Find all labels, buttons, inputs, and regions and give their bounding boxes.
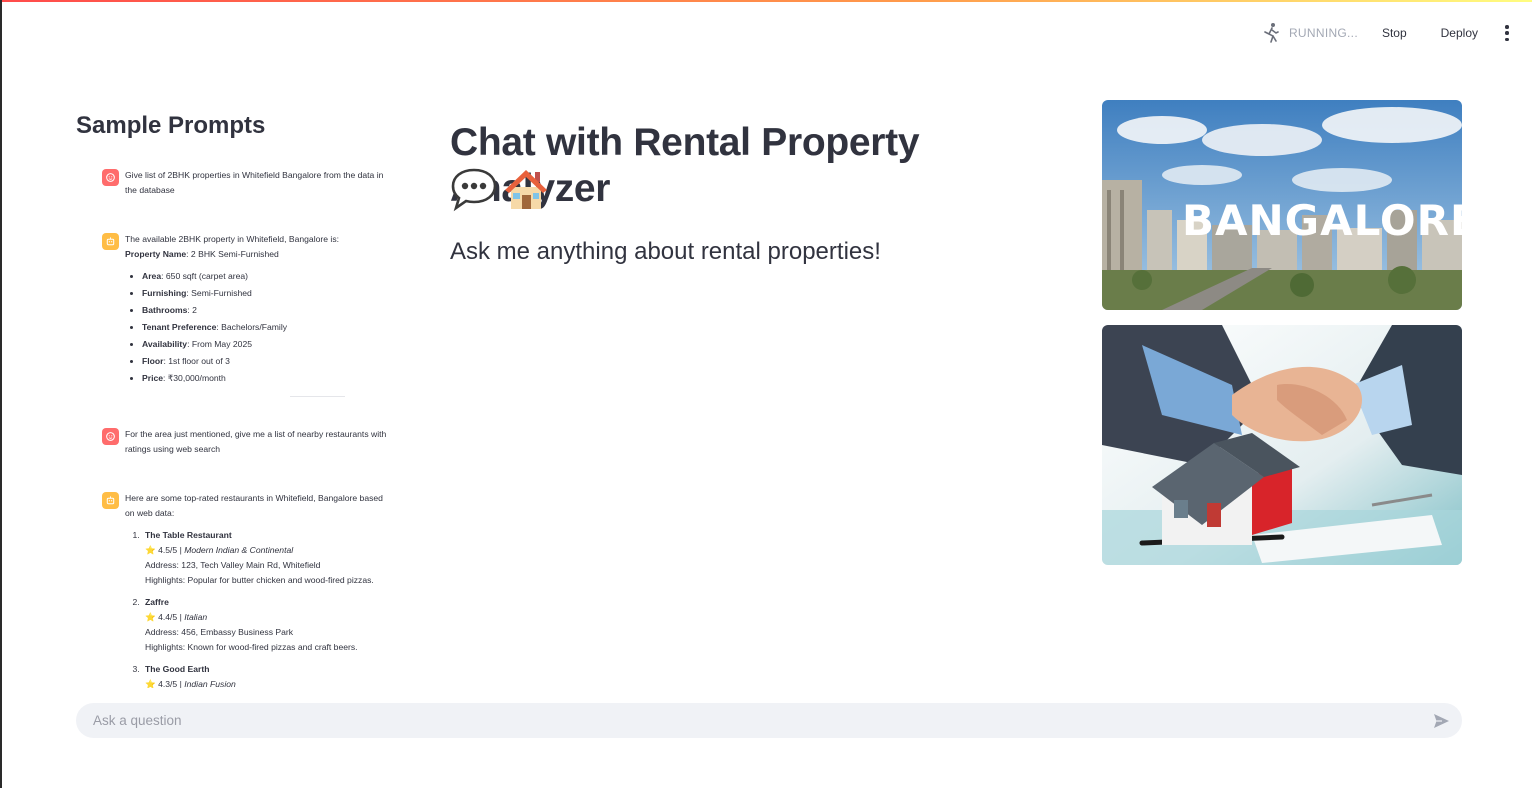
message-intro: Here are some top-rated restaurants in W… xyxy=(125,493,383,518)
list-item: Price: ₹30,000/month xyxy=(142,371,394,386)
property-name-line: Property Name: 2 BHK Semi-Furnished xyxy=(125,249,279,259)
chat-message-user: Give list of 2BHK properties in Whitefie… xyxy=(102,168,394,198)
list-item: Bathrooms: 2 xyxy=(142,303,394,318)
bangalore-skyline-image: BANGALORE xyxy=(1102,100,1462,310)
sample-chat-history[interactable]: Give list of 2BHK properties in Whitefie… xyxy=(102,168,394,688)
star-icon: ⭐ xyxy=(145,679,156,688)
message-text: Give list of 2BHK properties in Whitefie… xyxy=(125,170,384,195)
top-decoration-bar xyxy=(2,0,1532,2)
speech-balloon-icon xyxy=(451,168,497,212)
message-intro: The available 2BHK property in Whitefiel… xyxy=(125,234,340,244)
message-divider xyxy=(290,396,345,397)
running-status: RUNNING... xyxy=(1288,26,1358,40)
title-emojis xyxy=(450,166,550,212)
list-item: Tenant Preference: Bachelors/Family xyxy=(142,320,394,335)
assistant-avatar-icon xyxy=(102,492,119,509)
list-item: Floor: 1st floor out of 3 xyxy=(142,354,394,369)
list-item: The Table Restaurant ⭐ 4.5/5 | Modern In… xyxy=(142,528,394,588)
property-details-list: Area: 650 sqft (carpet area) Furnishing:… xyxy=(125,269,394,386)
restaurant-list: The Table Restaurant ⭐ 4.5/5 | Modern In… xyxy=(125,528,394,688)
list-item: Furnishing: Semi-Furnished xyxy=(142,286,394,301)
list-item: Zaffre ⭐ 4.4/5 | Italian Address: 456, E… xyxy=(142,595,394,655)
house-icon xyxy=(505,170,547,209)
chat-message-assistant: The available 2BHK property in Whitefiel… xyxy=(102,232,394,397)
assistant-avatar-icon xyxy=(102,233,119,250)
stop-button[interactable]: Stop xyxy=(1382,26,1407,40)
chat-input[interactable] xyxy=(91,712,1432,729)
running-person-icon xyxy=(1264,23,1279,43)
chat-message-assistant: Here are some top-rated restaurants in W… xyxy=(102,491,394,688)
handshake-house-image xyxy=(1102,325,1462,565)
user-avatar-icon xyxy=(102,169,119,186)
list-item: The Good Earth ⭐ 4.3/5 | Indian Fusion xyxy=(142,662,394,688)
list-item: Area: 650 sqft (carpet area) xyxy=(142,269,394,284)
page-subtitle: Ask me anything about rental properties! xyxy=(450,238,881,265)
bangalore-caption: BANGALORE xyxy=(1182,196,1462,245)
more-options-icon[interactable] xyxy=(1504,25,1510,41)
send-icon[interactable] xyxy=(1432,712,1450,730)
message-text: For the area just mentioned, give me a l… xyxy=(125,429,387,454)
app-toolbar: RUNNING... Stop Deploy xyxy=(1261,22,1510,44)
chat-message-user: For the area just mentioned, give me a l… xyxy=(102,427,394,457)
user-avatar-icon xyxy=(102,428,119,445)
star-icon: ⭐ xyxy=(145,612,156,622)
star-icon: ⭐ xyxy=(145,545,156,555)
chat-input-bar xyxy=(76,703,1462,738)
deploy-button[interactable]: Deploy xyxy=(1441,26,1478,40)
list-item: Availability: From May 2025 xyxy=(142,337,394,352)
sample-prompts-title: Sample Prompts xyxy=(76,112,266,139)
